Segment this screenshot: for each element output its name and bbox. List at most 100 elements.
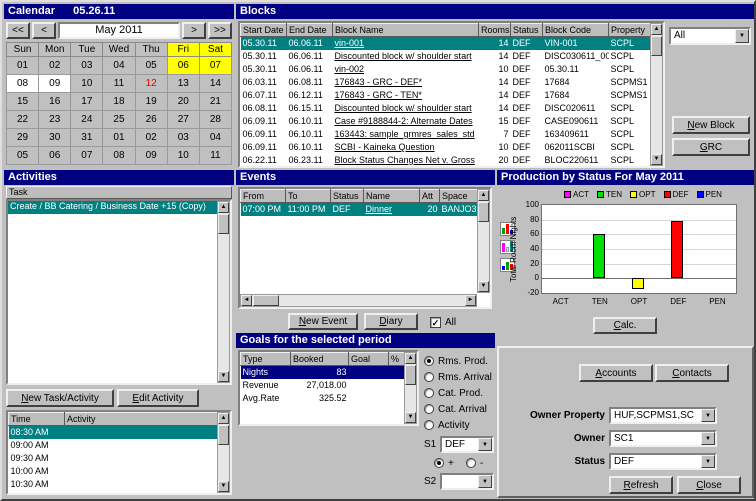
blocks-scrollbar[interactable]: ▲ ▼ bbox=[650, 23, 663, 166]
calendar-day[interactable]: 31 bbox=[71, 129, 103, 147]
grc-button[interactable]: GRC bbox=[672, 138, 750, 156]
block-row[interactable]: 06.22.1106.23.11Block Status Changes Net… bbox=[241, 154, 651, 167]
all-events-checkbox[interactable]: ✓All bbox=[430, 316, 456, 328]
calendar-day[interactable]: 17 bbox=[71, 93, 103, 111]
calendar-day[interactable]: 25 bbox=[103, 111, 135, 129]
event-row[interactable]: 07:00 PM 11:00 PM DEF Dinner 20 BANJO3 bbox=[241, 203, 478, 216]
calendar-day[interactable]: 19 bbox=[135, 93, 167, 111]
schedule-row[interactable]: 08:30 AM bbox=[9, 426, 218, 439]
calendar-day[interactable]: 18 bbox=[103, 93, 135, 111]
scroll-up-icon[interactable]: ▲ bbox=[651, 24, 662, 35]
radio-activity[interactable]: Activity bbox=[424, 419, 470, 431]
dropdown-arrow-icon[interactable]: ▼ bbox=[735, 29, 749, 43]
radio-rms-prod[interactable]: Rms. Prod. bbox=[424, 355, 488, 367]
goal-row[interactable]: Avg.Rate325.52 bbox=[241, 392, 405, 405]
calendar-day[interactable]: 03 bbox=[71, 57, 103, 75]
calendar-day[interactable]: 21 bbox=[199, 93, 231, 111]
diary-button[interactable]: Diary bbox=[364, 313, 418, 330]
scrollbar-thumb[interactable] bbox=[218, 425, 229, 445]
next-year-button[interactable]: >> bbox=[208, 22, 232, 39]
events-hscrollbar[interactable]: ◄ ► bbox=[240, 294, 477, 307]
owner-property-combo[interactable]: HUF,SCPMS1,SC ▼ bbox=[609, 407, 717, 424]
calendar-day[interactable]: 28 bbox=[199, 111, 231, 129]
calendar-day[interactable]: 07 bbox=[71, 147, 103, 165]
scroll-down-icon[interactable]: ▼ bbox=[218, 481, 229, 492]
radio-cat-prod[interactable]: Cat. Prod. bbox=[424, 387, 483, 399]
scrollbar-thumb[interactable] bbox=[651, 36, 662, 56]
calendar-day[interactable]: 05 bbox=[135, 57, 167, 75]
block-name[interactable]: vin-001 bbox=[333, 37, 479, 50]
calendar-day[interactable]: 11 bbox=[103, 75, 135, 93]
calendar-day[interactable]: 24 bbox=[71, 111, 103, 129]
calendar-day[interactable]: 22 bbox=[7, 111, 39, 129]
block-row[interactable]: 06.09.1106.10.11SCBI - Kaineka Question1… bbox=[241, 141, 651, 154]
scroll-right-icon[interactable]: ► bbox=[465, 295, 476, 306]
calc-button[interactable]: Calc. bbox=[593, 317, 657, 334]
scroll-down-icon[interactable]: ▼ bbox=[405, 412, 416, 423]
calendar-day[interactable]: 09 bbox=[135, 147, 167, 165]
dropdown-arrow-icon[interactable]: ▼ bbox=[478, 475, 492, 488]
schedule-row[interactable]: 09:00 AM bbox=[9, 439, 218, 452]
block-row[interactable]: 05.30.1106.06.11vin-00210DEF05.30.11SCPL bbox=[241, 63, 651, 76]
calendar-day[interactable]: 09 bbox=[39, 75, 71, 93]
prev-month-button[interactable]: < bbox=[32, 22, 56, 39]
calendar-day[interactable]: 23 bbox=[39, 111, 71, 129]
block-name[interactable]: Discounted block w/ shoulder start bbox=[333, 50, 479, 63]
status-combo[interactable]: DEF ▼ bbox=[609, 453, 717, 470]
block-name[interactable]: 163443: sample_grmres_sales_std bbox=[333, 128, 479, 141]
goal-row[interactable]: Nights83 bbox=[241, 366, 405, 379]
calendar-day[interactable]: 16 bbox=[39, 93, 71, 111]
refresh-button[interactable]: Refresh bbox=[609, 476, 673, 494]
block-name[interactable]: Block Status Changes Net v. Gross bbox=[333, 154, 479, 167]
block-row[interactable]: 05.30.1106.06.11Discounted block w/ shou… bbox=[241, 50, 651, 63]
calendar-day[interactable]: 11 bbox=[199, 147, 231, 165]
block-row[interactable]: 05.30.1106.06.11vin-00114DEFVIN-001SCPL bbox=[241, 37, 651, 50]
contacts-button[interactable]: Contacts bbox=[655, 364, 729, 382]
goal-row[interactable]: Revenue27,018.00 bbox=[241, 379, 405, 392]
calendar-day[interactable]: 01 bbox=[7, 57, 39, 75]
block-row[interactable]: 06.08.1106.15.11Discounted block w/ shou… bbox=[241, 102, 651, 115]
scroll-up-icon[interactable]: ▲ bbox=[218, 202, 229, 213]
calendar-day[interactable]: 05 bbox=[7, 147, 39, 165]
calendar-day[interactable]: 02 bbox=[135, 129, 167, 147]
radio-cat-arrival[interactable]: Cat. Arrival bbox=[424, 403, 487, 415]
dropdown-arrow-icon[interactable]: ▼ bbox=[478, 438, 492, 451]
scrollbar-thumb[interactable] bbox=[405, 365, 416, 385]
block-name[interactable]: vin-002 bbox=[333, 63, 479, 76]
calendar-day[interactable]: 29 bbox=[7, 129, 39, 147]
new-event-button[interactable]: New Event bbox=[288, 313, 358, 330]
calendar-day[interactable]: 12 bbox=[135, 75, 167, 93]
task-item[interactable]: Create / BB Catering / Business Date +15… bbox=[8, 201, 217, 214]
event-name[interactable]: Dinner bbox=[364, 203, 420, 216]
goals-scrollbar[interactable]: ▲ ▼ bbox=[404, 352, 417, 424]
radio-rms-arrival[interactable]: Rms. Arrival bbox=[424, 371, 492, 383]
scroll-up-icon[interactable]: ▲ bbox=[218, 413, 229, 424]
scroll-up-icon[interactable]: ▲ bbox=[478, 190, 489, 201]
calendar-day[interactable]: 08 bbox=[103, 147, 135, 165]
schedule-row[interactable]: 10:30 AM bbox=[9, 478, 218, 491]
edit-activity-button[interactable]: Edit Activity bbox=[117, 389, 199, 407]
calendar-day[interactable]: 10 bbox=[71, 75, 103, 93]
calendar-day[interactable]: 14 bbox=[199, 75, 231, 93]
dropdown-arrow-icon[interactable]: ▼ bbox=[701, 455, 715, 468]
calendar-day[interactable]: 02 bbox=[39, 57, 71, 75]
calendar-day[interactable]: 10 bbox=[167, 147, 199, 165]
calendar-day[interactable]: 06 bbox=[167, 57, 199, 75]
calendar-day[interactable]: 04 bbox=[103, 57, 135, 75]
radio-minus[interactable]: - bbox=[466, 457, 483, 469]
schedule-row[interactable]: 10:00 AM bbox=[9, 465, 218, 478]
next-month-button[interactable]: > bbox=[182, 22, 206, 39]
block-name[interactable]: 176843 - GRC - DEF* bbox=[333, 76, 479, 89]
calendar-day[interactable]: 08 bbox=[7, 75, 39, 93]
scroll-down-icon[interactable]: ▼ bbox=[651, 154, 662, 165]
calendar-day[interactable]: 04 bbox=[199, 129, 231, 147]
owner-combo[interactable]: SC1 ▼ bbox=[609, 430, 717, 447]
s2-combo[interactable]: ▼ bbox=[440, 473, 494, 490]
scroll-down-icon[interactable]: ▼ bbox=[478, 281, 489, 292]
calendar-day[interactable]: 01 bbox=[103, 129, 135, 147]
calendar-day[interactable]: 26 bbox=[135, 111, 167, 129]
new-block-button[interactable]: New Block bbox=[672, 116, 750, 134]
calendar-day[interactable]: 03 bbox=[167, 129, 199, 147]
block-row[interactable]: 06.09.1106.10.11Case #9188844-2: Alterna… bbox=[241, 115, 651, 128]
radio-plus[interactable]: + bbox=[434, 457, 454, 469]
